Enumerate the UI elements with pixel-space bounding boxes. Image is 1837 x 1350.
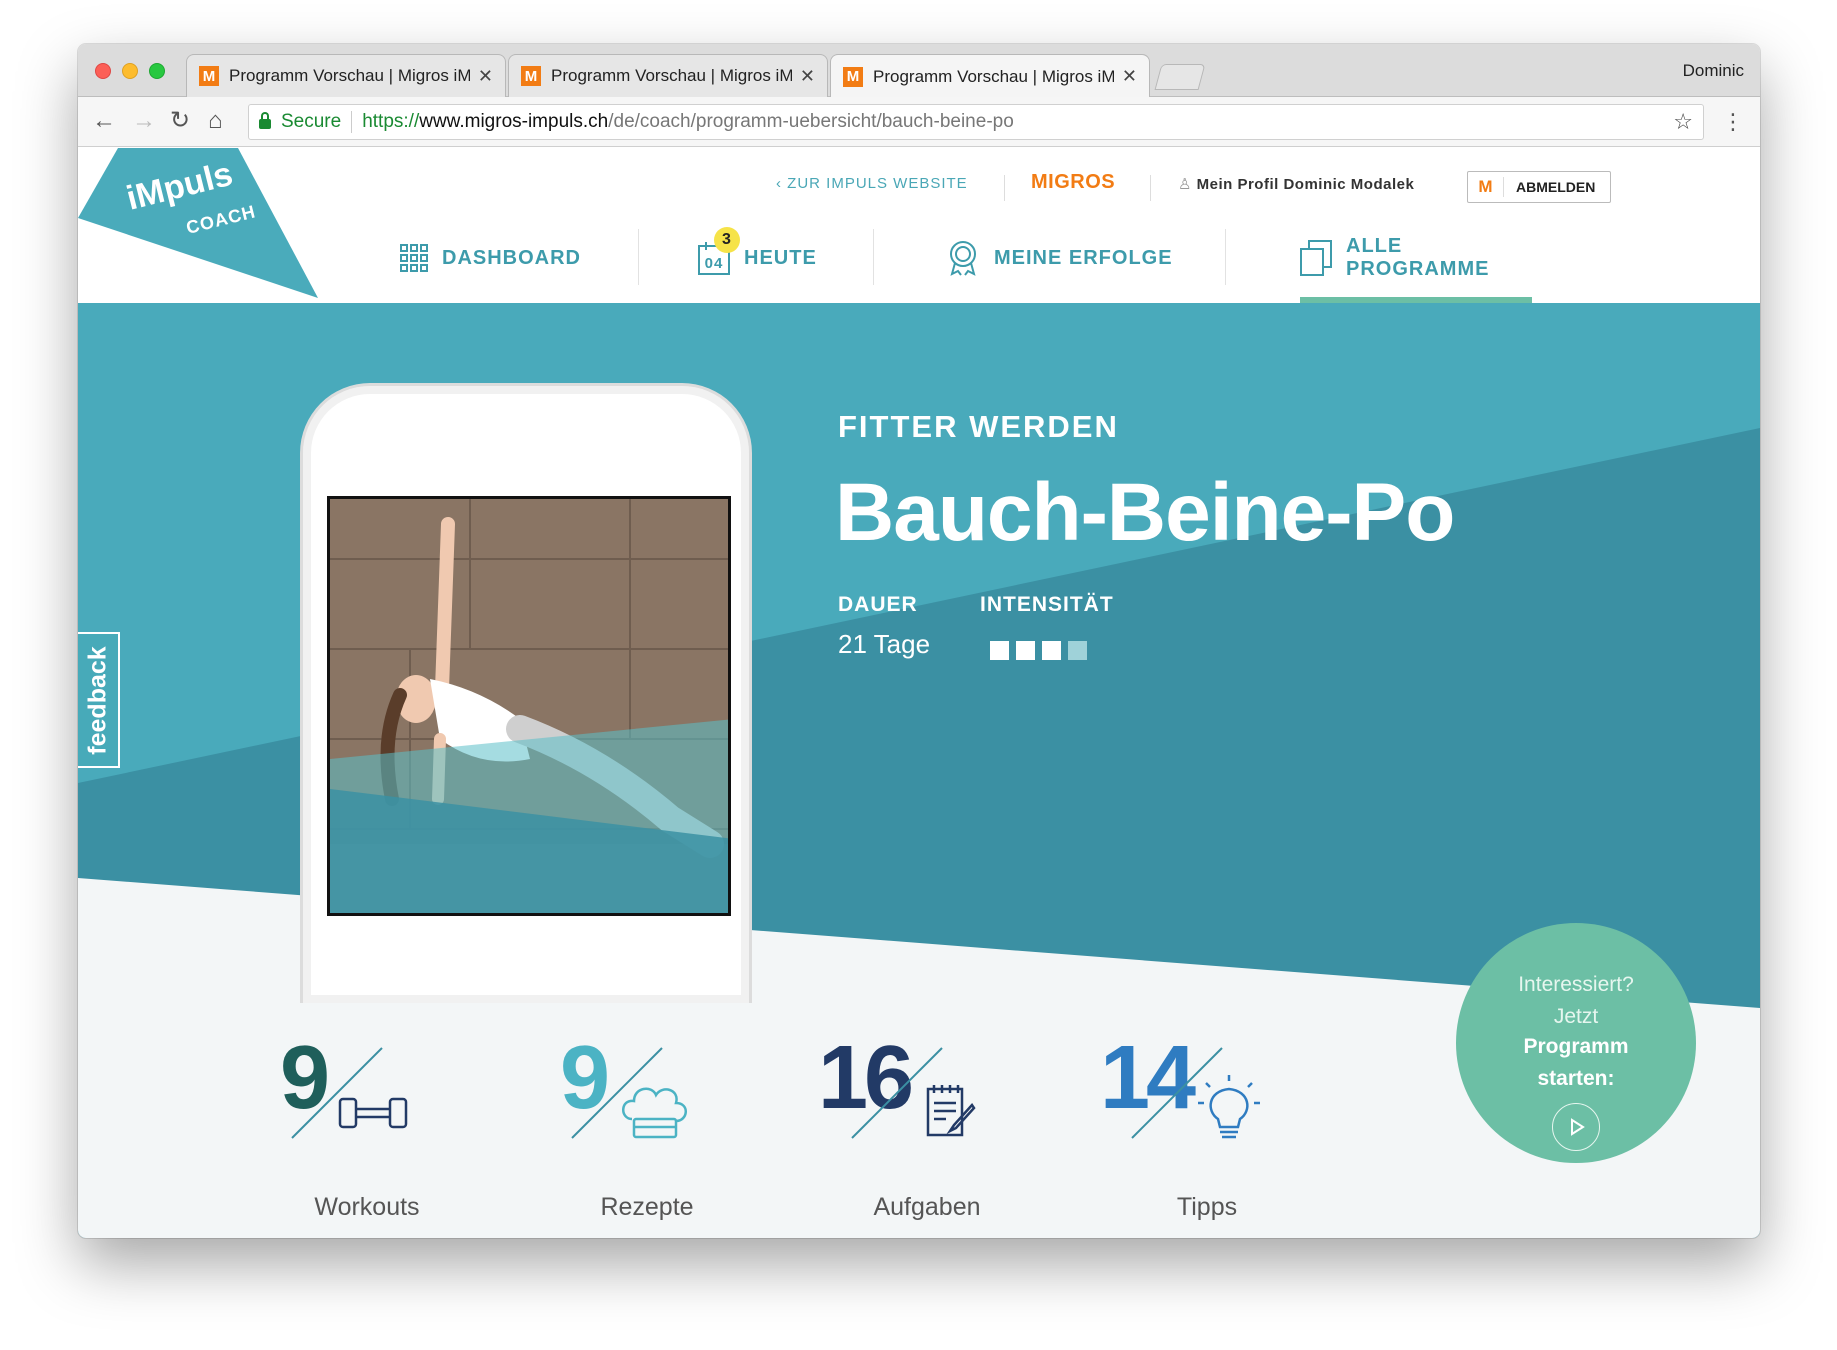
nav-dashboard-label: DASHBOARD (442, 246, 581, 269)
logout-label: ABMELDEN (1516, 179, 1596, 195)
dumbbell-icon (338, 1097, 408, 1129)
tab-close-icon[interactable]: ✕ (1122, 66, 1137, 87)
browser-tab-3-active[interactable]: M Programm Vorschau | Migros iMpuls ✕ (830, 54, 1150, 98)
user-icon: ♙ (1178, 176, 1192, 193)
url-path: /de/coach/programm-uebersicht/bauch-bein… (608, 111, 1014, 132)
nav-heute-label: HEUTE (744, 246, 817, 269)
profile-link[interactable]: ♙ Mein Profil Dominic Modalek (1178, 175, 1414, 193)
migros-favicon-icon: M (843, 66, 863, 87)
award-icon (946, 240, 980, 276)
browser-tab-1[interactable]: M Programm Vorschau | Migros iMpuls ✕ (186, 54, 506, 97)
back-arrow-icon[interactable]: ← (92, 107, 116, 135)
stat-rezepte: 9 Rezepte (552, 1033, 782, 1233)
address-bar[interactable]: Secure https:// www.migros-impuls.ch /de… (248, 104, 1704, 140)
tab-title: Programm Vorschau | Migros iMpuls (551, 66, 792, 85)
browser-toolbar: ← → ↻ ⌂ Secure https:// www.migros-impul… (78, 97, 1760, 147)
stat-label: Rezepte (600, 1193, 694, 1221)
nav-meine-erfolge-label: MEINE ERFOLGE (994, 246, 1173, 269)
nav-meine-erfolge[interactable]: MEINE ERFOLGE (946, 213, 1173, 303)
utility-links: ‹ ZUR IMPULS WEBSITE MIGROS ♙ Mein Profi… (78, 171, 1760, 203)
divider (1150, 175, 1151, 201)
tab-close-icon[interactable]: ✕ (478, 66, 493, 87)
minimize-window-button[interactable] (122, 63, 138, 79)
url-scheme: https:// (362, 111, 420, 132)
cta-line-3: Programm (1523, 1035, 1629, 1058)
cta-line-2: Jetzt (1553, 1005, 1599, 1028)
migros-favicon-icon: M (521, 66, 541, 86)
nav-dashboard[interactable]: DASHBOARD (400, 213, 581, 303)
back-link-label: ZUR IMPULS WEBSITE (787, 175, 968, 192)
notepad-icon (926, 1085, 976, 1137)
reload-icon[interactable]: ↻ (170, 107, 190, 135)
browser-profile-name[interactable]: Dominic (1683, 61, 1744, 81)
migros-m-icon: M (1468, 177, 1504, 197)
new-tab-button[interactable] (1154, 64, 1206, 90)
browser-tab-2[interactable]: M Programm Vorschau | Migros iMpuls ✕ (508, 54, 828, 97)
stat-workouts: 9 Workouts (272, 1033, 502, 1233)
stat-label: Aufgaben (873, 1193, 981, 1221)
tab-title: Programm Vorschau | Migros iMpuls (229, 66, 470, 85)
start-program-button[interactable]: Interessiert? Jetzt Programm starten: (1456, 923, 1696, 1163)
bookmark-star-icon[interactable]: ☆ (1673, 109, 1693, 135)
main-navigation: DASHBOARD 04 3 HEUTE MEINE ERFOLGE ALLE … (78, 213, 1760, 303)
nav-alle-programme-label: ALLE PROGRAMME (1346, 235, 1490, 280)
grid-icon (400, 244, 428, 272)
notification-badge: 3 (714, 227, 740, 253)
stat-label: Tipps (1176, 1193, 1238, 1221)
divider (1225, 229, 1226, 285)
home-icon[interactable]: ⌂ (208, 107, 223, 135)
secure-indicator[interactable]: Secure (259, 111, 341, 133)
url-host: www.migros-impuls.ch (419, 111, 609, 132)
copy-icon (1300, 240, 1332, 276)
play-icon[interactable] (1552, 1103, 1600, 1151)
nav-heute[interactable]: 04 3 HEUTE (698, 213, 817, 303)
calendar-icon: 04 3 (698, 227, 740, 275)
lock-icon (259, 112, 271, 129)
migros-favicon-icon: M (199, 66, 219, 86)
stat-aufgaben: 16 Aufgaben (818, 1033, 1062, 1233)
lightbulb-icon (1198, 1075, 1260, 1139)
stat-tipps: 14 Tipps (1100, 1033, 1342, 1233)
divider (1004, 175, 1005, 201)
close-window-button[interactable] (95, 63, 111, 79)
divider (351, 111, 353, 133)
cta-line-1: Interessiert? (1518, 973, 1634, 996)
site-header: iMpuls COACH ‹ ZUR IMPULS WEBSITE MIGROS… (78, 148, 1760, 303)
chef-hat-icon (622, 1087, 687, 1139)
forward-arrow-icon[interactable]: → (132, 107, 156, 135)
browser-window: M Programm Vorschau | Migros iMpuls ✕ M … (78, 44, 1760, 1238)
migros-brand-link[interactable]: MIGROS (1031, 171, 1115, 194)
tab-close-icon[interactable]: ✕ (800, 66, 815, 87)
back-to-website-link[interactable]: ‹ ZUR IMPULS WEBSITE (776, 175, 968, 192)
cta-line-4: starten: (1537, 1067, 1615, 1090)
stat-label: Workouts (314, 1193, 420, 1221)
secure-label: Secure (281, 111, 342, 132)
logout-button[interactable]: M ABMELDEN (1467, 171, 1611, 203)
nav-alle-programme[interactable]: ALLE PROGRAMME (1300, 213, 1532, 303)
browser-menu-icon[interactable]: ⋮ (1722, 109, 1744, 135)
zoom-window-button[interactable] (149, 63, 165, 79)
calendar-day: 04 (705, 255, 724, 272)
divider (638, 229, 639, 285)
profile-link-label: Mein Profil Dominic Modalek (1196, 176, 1415, 193)
program-hero: FITTER WERDEN Bauch-Beine-Po DAUER 21 Ta… (78, 303, 1760, 1238)
tab-title: Programm Vorschau | Migros iMpuls (873, 66, 1114, 86)
divider (873, 229, 874, 285)
tab-strip: M Programm Vorschau | Migros iMpuls ✕ M … (78, 44, 1760, 98)
